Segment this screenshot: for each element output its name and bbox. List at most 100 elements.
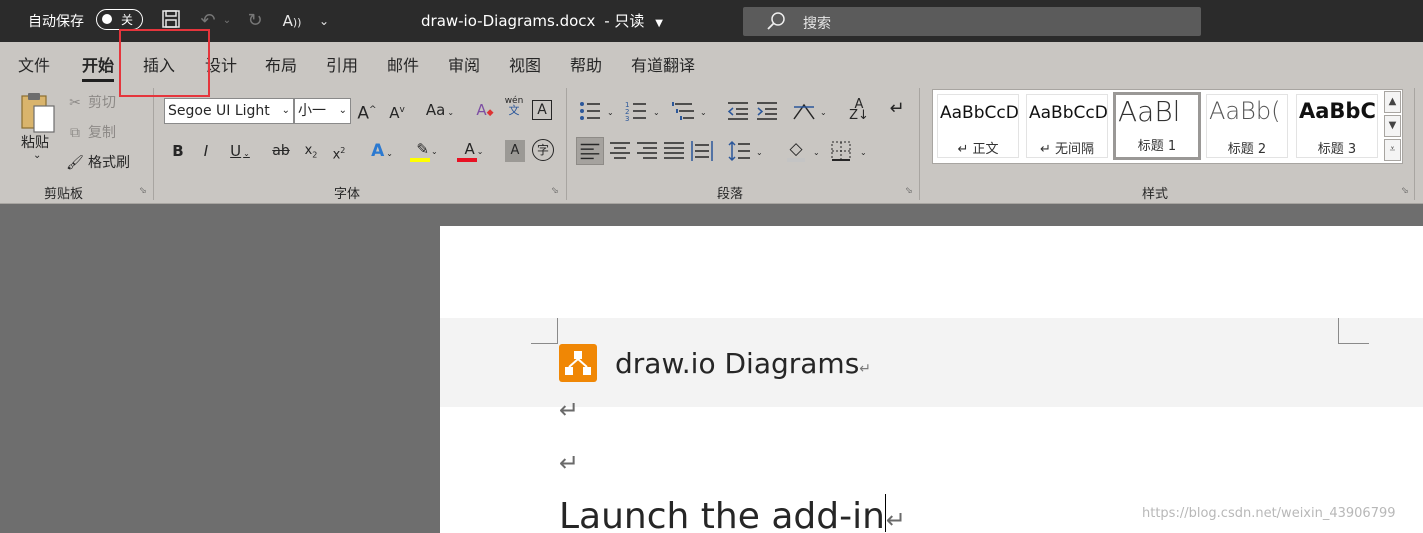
change-case-label: Aa xyxy=(425,101,446,119)
distributed-icon[interactable] xyxy=(690,139,714,163)
styles-launcher-icon[interactable]: ⬂ xyxy=(1401,186,1411,196)
character-border-icon[interactable]: A xyxy=(532,100,552,120)
font-size-select[interactable]: 小一 ⌄ xyxy=(294,98,351,124)
tab-view[interactable]: 视图 xyxy=(509,52,541,76)
paste-icon[interactable] xyxy=(18,90,58,134)
tab-help[interactable]: 帮助 xyxy=(570,52,602,76)
character-shading-icon[interactable]: A xyxy=(505,140,525,162)
enclose-characters-icon[interactable]: 字 xyxy=(532,139,554,161)
group-divider xyxy=(153,88,154,200)
align-right-icon[interactable] xyxy=(635,139,659,163)
phonetic-guide-icon[interactable]: wén 文 xyxy=(503,96,525,118)
redo-icon[interactable]: ↻ xyxy=(243,9,267,33)
shading-icon[interactable]: ◇ xyxy=(785,138,807,162)
line-spacing-icon[interactable] xyxy=(728,139,752,163)
search-placeholder: 搜索 xyxy=(803,16,831,32)
justify-icon[interactable] xyxy=(662,139,686,163)
character-border-char: A xyxy=(537,102,547,118)
underline-icon[interactable]: U ⌄ xyxy=(225,140,255,162)
style-heading-1[interactable]: AaBl 标题 1 xyxy=(1113,92,1201,160)
shading-swatch xyxy=(787,158,805,162)
chevron-down-icon: ⌄ xyxy=(338,105,347,116)
styles-more-icon[interactable]: ⩡ xyxy=(1384,139,1401,161)
font-color-icon[interactable]: A ⌄ xyxy=(456,138,492,162)
tab-review[interactable]: 审阅 xyxy=(448,52,480,76)
clear-formatting-icon[interactable]: A◆ xyxy=(474,99,496,121)
tab-references[interactable]: 引用 xyxy=(326,52,358,76)
style-heading-3[interactable]: AaBbC 标题 3 xyxy=(1296,94,1378,158)
style-no-spacing[interactable]: AaBbCcD ↵ 无间隔 xyxy=(1026,94,1108,158)
format-painter-button[interactable]: 🖌 格式刷 xyxy=(66,152,130,172)
multilevel-list-icon[interactable] xyxy=(672,99,696,123)
crop-mark xyxy=(531,343,558,344)
autosave-label: 自动保存 xyxy=(28,14,84,30)
shrink-font-icon[interactable]: Av xyxy=(386,99,408,122)
bold-icon[interactable]: B xyxy=(170,140,186,162)
autosave-toggle[interactable]: 关 xyxy=(96,9,143,30)
text-effects-icon[interactable]: A ⌄ xyxy=(364,140,400,162)
paste-dropdown-icon[interactable]: ⌄ xyxy=(33,150,41,161)
italic-icon[interactable]: I xyxy=(198,140,214,162)
ribbon-tabs: 文件 开始 插入 设计 布局 引用 邮件 审阅 视图 帮助 有道翻译 xyxy=(0,42,1423,84)
tab-mailings[interactable]: 邮件 xyxy=(387,52,419,76)
paragraph-launcher-icon[interactable]: ⬂ xyxy=(905,186,915,196)
clipboard-launcher-icon[interactable]: ⬂ xyxy=(139,186,149,196)
watermark: https://blog.csdn.net/weixin_43906799 xyxy=(1142,506,1396,521)
highlight-swatch xyxy=(410,158,430,162)
document-title[interactable]: draw-io-Diagrams.docx - 只读 ▼ xyxy=(421,10,663,31)
chevron-down-icon[interactable]: ⌄ xyxy=(700,108,707,117)
show-paragraph-marks-icon[interactable]: ↵ xyxy=(886,98,908,120)
copy-button[interactable]: ⧉ 复制 xyxy=(66,122,116,142)
align-center-icon[interactable] xyxy=(608,139,632,163)
heading-1-text: Launch the add-in xyxy=(559,496,885,533)
chevron-down-icon[interactable]: ⌄ xyxy=(653,108,660,117)
paintbrush-icon: 🖌 xyxy=(66,155,84,171)
document-header-title[interactable]: draw.io Diagrams↵ xyxy=(615,347,871,380)
chevron-down-icon[interactable]: ⌄ xyxy=(756,148,763,157)
borders-icon[interactable] xyxy=(831,141,851,161)
read-aloud-icon[interactable]: A)) xyxy=(280,9,304,33)
bullets-icon[interactable] xyxy=(578,99,602,123)
tab-layout[interactable]: 布局 xyxy=(265,52,297,76)
undo-dropdown-icon[interactable]: ⌄ xyxy=(222,9,232,33)
crop-mark xyxy=(1338,318,1339,344)
enclose-char: 字 xyxy=(536,143,549,157)
styles-scroll-up-icon[interactable]: ▲ xyxy=(1384,91,1401,113)
highlight-color-icon[interactable]: ✎ ⌄ xyxy=(409,138,445,162)
tab-file[interactable]: 文件 xyxy=(18,52,50,76)
strikethrough-icon[interactable]: ab xyxy=(270,140,292,162)
chevron-down-icon[interactable]: ⌄ xyxy=(813,148,820,157)
superscript-icon[interactable]: x2 xyxy=(330,140,348,162)
chevron-down-icon[interactable]: ⌄ xyxy=(820,108,827,117)
tab-youdao-translate[interactable]: 有道翻译 xyxy=(631,52,695,76)
styles-gallery: AaBbCcD ↵ 正文 AaBbCcD ↵ 无间隔 AaBl 标题 1 AaB… xyxy=(932,89,1403,164)
chinese-layout-icon[interactable] xyxy=(792,99,816,123)
font-name-select[interactable]: Segoe UI Light ⌄ xyxy=(164,98,294,124)
styles-scroll-down-icon[interactable]: ▼ xyxy=(1384,115,1401,137)
style-name: ↵ 无间隔 xyxy=(1039,142,1095,157)
decrease-indent-icon[interactable] xyxy=(726,99,750,123)
tab-home[interactable]: 开始 xyxy=(82,52,115,82)
change-case-button[interactable]: Aa ⌄ xyxy=(420,99,460,121)
grow-font-icon[interactable]: A^ xyxy=(356,99,378,124)
style-normal[interactable]: AaBbCcD ↵ 正文 xyxy=(937,94,1019,158)
customize-qat-icon[interactable]: ⌄ xyxy=(316,9,332,33)
chevron-down-icon[interactable]: ⌄ xyxy=(607,108,614,117)
header-title-text: draw.io Diagrams xyxy=(615,347,860,380)
numbering-icon[interactable]: 123 xyxy=(624,99,648,123)
empty-paragraph-mark[interactable]: ↵ xyxy=(559,396,579,424)
cut-button[interactable]: ✂ 剪切 xyxy=(66,92,116,112)
document-heading-1[interactable]: Launch the add-in↵ xyxy=(559,494,906,533)
paste-button[interactable]: 粘贴 xyxy=(21,132,49,152)
increase-indent-icon[interactable] xyxy=(755,99,779,123)
sort-icon[interactable]: A Z↓ xyxy=(848,98,870,122)
font-launcher-icon[interactable]: ⬂ xyxy=(551,186,561,196)
style-preview: AaBb( xyxy=(1209,97,1281,125)
font-group-label: 字体 xyxy=(334,187,361,202)
subscript-icon[interactable]: x2 xyxy=(302,140,320,162)
align-left-icon[interactable] xyxy=(576,137,604,165)
chevron-down-icon[interactable]: ⌄ xyxy=(860,148,867,157)
empty-paragraph-mark[interactable]: ↵ xyxy=(559,449,579,477)
style-heading-2[interactable]: AaBb( 标题 2 xyxy=(1206,94,1288,158)
search-input[interactable]: 搜索 xyxy=(743,7,1201,36)
